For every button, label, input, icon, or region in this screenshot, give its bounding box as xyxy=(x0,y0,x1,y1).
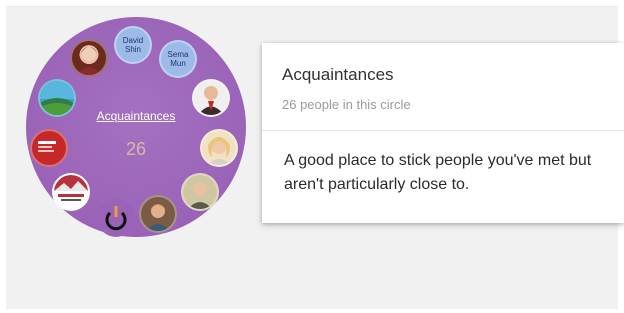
member-avatar-david[interactable]: David Shin xyxy=(114,26,152,64)
circle-member-count: 26 xyxy=(125,139,147,159)
card-header: Acquaintances 26 people in this circle xyxy=(262,43,624,131)
member-avatar[interactable] xyxy=(139,195,177,233)
organization-logo-icon xyxy=(54,175,88,201)
member-name: David Shin xyxy=(122,36,144,54)
member-avatar[interactable] xyxy=(181,173,219,211)
person-photo-icon xyxy=(77,47,101,75)
person-photo-icon xyxy=(146,204,170,231)
member-name: Sema Mun xyxy=(167,50,189,68)
member-avatar-logo[interactable] xyxy=(97,199,135,237)
card-subtitle: 26 people in this circle xyxy=(282,97,411,112)
member-avatar[interactable] xyxy=(70,39,108,77)
circle-info-card: Acquaintances 26 people in this circle A… xyxy=(262,43,624,223)
person-photo-icon xyxy=(188,182,212,209)
circle-name-link[interactable]: Acquaintances xyxy=(26,109,246,123)
power-logo-icon xyxy=(105,206,127,231)
member-avatar-logo[interactable] xyxy=(52,173,90,211)
member-avatar-sema[interactable]: Sema Mun xyxy=(159,40,197,78)
card-title: Acquaintances xyxy=(282,65,394,84)
card-description: A good place to stick people you've met … xyxy=(284,152,592,193)
screen-frame: David Shin Sema Mun Acquaintances 26 Acq… xyxy=(6,6,624,309)
circle-acquaintances[interactable]: David Shin Sema Mun Acquaintances 26 xyxy=(26,17,246,237)
